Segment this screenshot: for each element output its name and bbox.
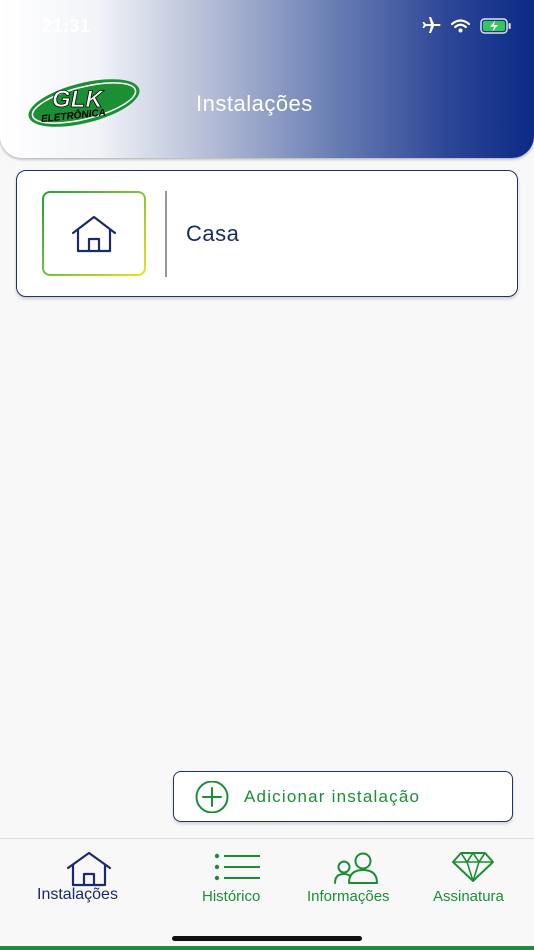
tab-bar: Instalações Histórico Informações Assina… (0, 838, 534, 950)
list-icon (214, 853, 260, 881)
installation-icon-box (42, 191, 146, 276)
battery-charging-icon (480, 18, 511, 34)
tab-informacoes[interactable]: Informações (304, 839, 408, 919)
installation-label: Casa (186, 221, 240, 246)
tab-label: Histórico (202, 888, 261, 905)
tab-instalacoes[interactable]: Instalações (30, 839, 148, 919)
add-installation-label: Adicionar instalação (244, 787, 421, 806)
wifi-icon (451, 19, 470, 33)
tab-label: Instalações (37, 886, 118, 903)
plus-circle-icon (195, 781, 229, 813)
page-title: Instalações (196, 91, 313, 116)
card-divider (165, 191, 167, 277)
glk-logo: GLK ELETRÔNICA (28, 79, 140, 127)
users-icon (334, 852, 378, 884)
home-indicator (172, 936, 362, 941)
house-icon (66, 851, 112, 887)
diamond-icon (452, 852, 494, 882)
status-icons (421, 17, 512, 35)
app-header: 21:31 GLK ELETRÔNICA Instalações (0, 0, 534, 158)
add-installation-button[interactable]: Adicionar instalação (173, 771, 513, 822)
status-time: 21:31 (42, 16, 91, 36)
tab-historico[interactable]: Histórico (196, 839, 278, 919)
tab-label: Informações (307, 888, 390, 905)
tab-label: Assinatura (433, 888, 504, 905)
tab-assinatura[interactable]: Assinatura (430, 839, 520, 919)
airplane-icon (422, 17, 441, 33)
installation-card[interactable]: Casa (16, 170, 518, 297)
bottom-accent-line (0, 946, 534, 950)
house-icon (71, 215, 117, 252)
status-bar: 21:31 (0, 0, 534, 52)
